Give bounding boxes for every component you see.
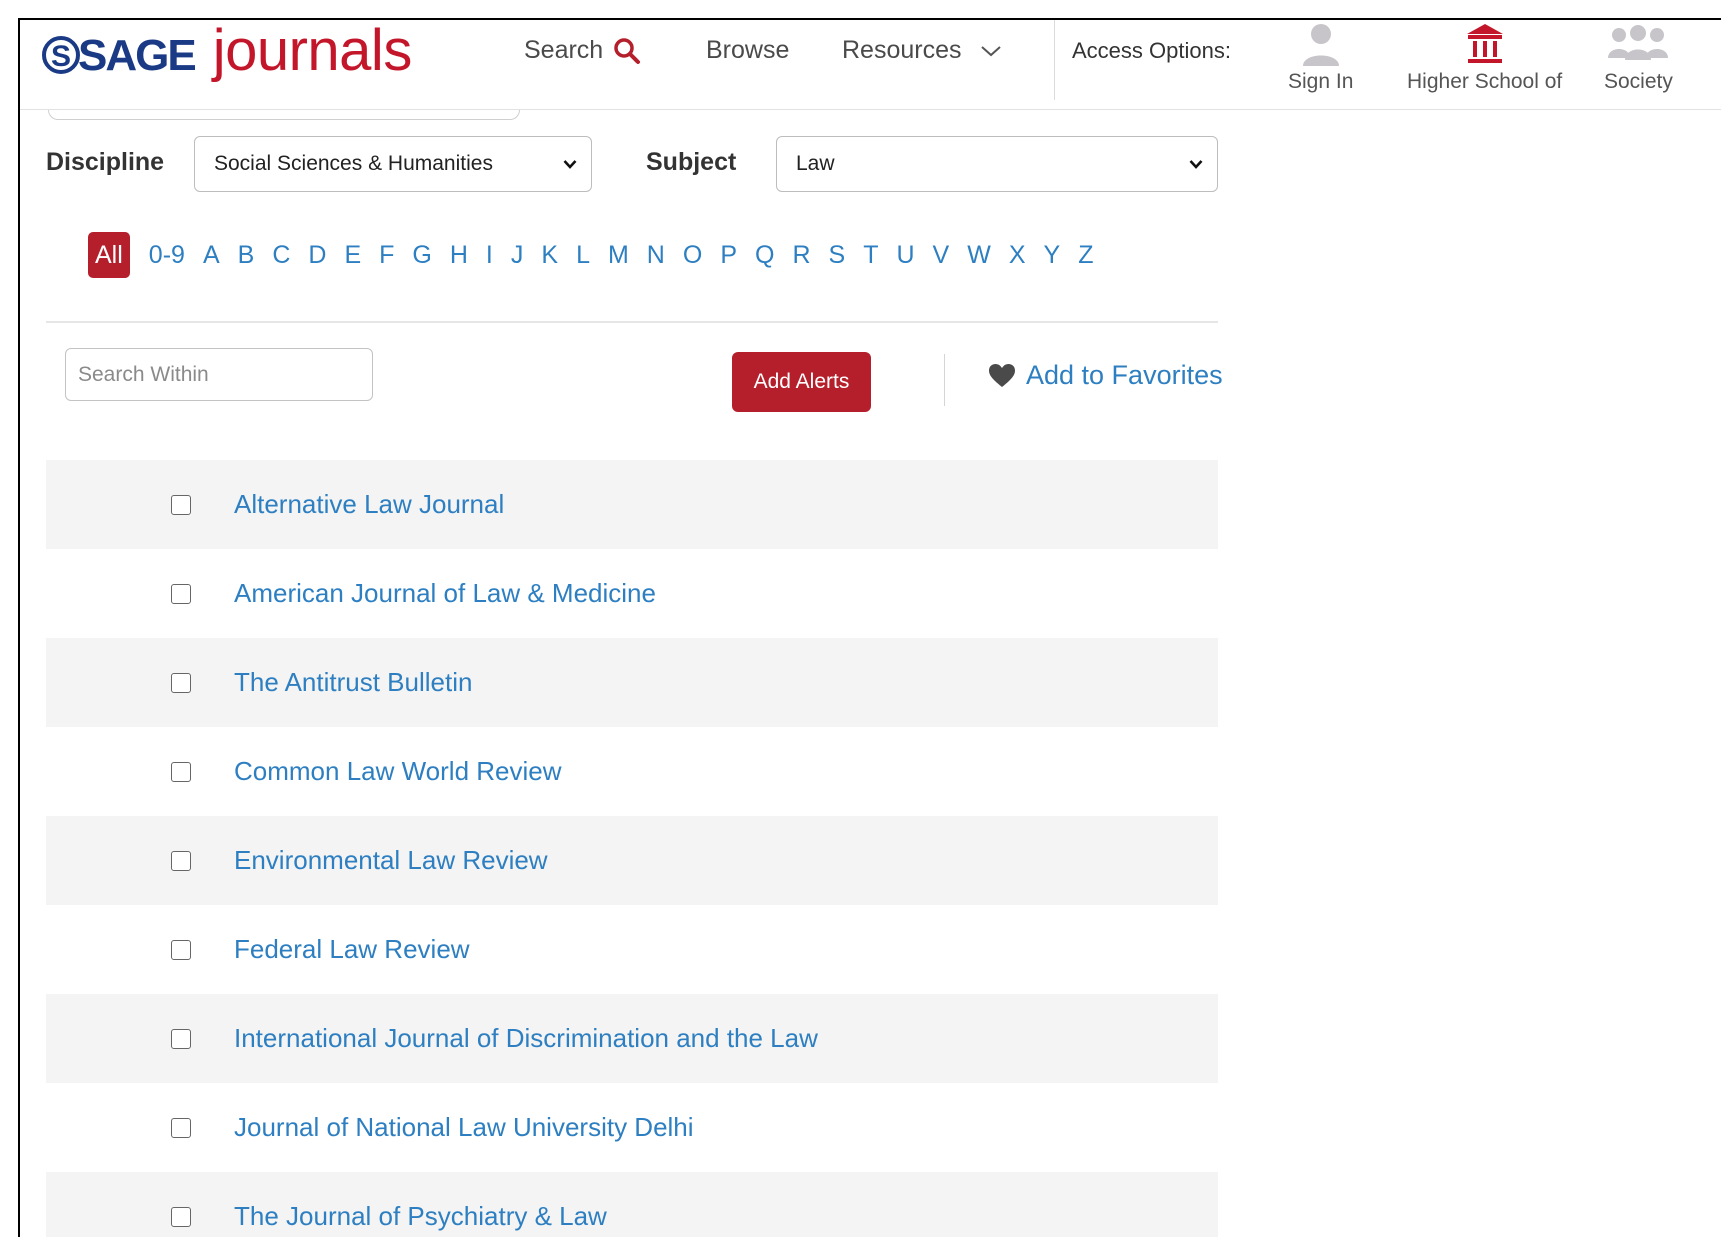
sage-s-logo-icon: S [42, 35, 80, 74]
nav-resources-label: Resources [842, 36, 962, 64]
search-within-input[interactable] [65, 348, 373, 401]
journal-list: Alternative Law Journal American Journal … [46, 460, 1218, 1237]
alphabet-filter-item[interactable]: 0-9 [140, 241, 194, 270]
journal-checkbox[interactable] [171, 1117, 191, 1138]
alphabet-filter-item[interactable]: X [1000, 241, 1035, 270]
list-item: International Journal of Discrimination … [46, 994, 1218, 1083]
discipline-label: Discipline [46, 148, 165, 176]
journal-title-link[interactable]: American Journal of Law & Medicine [234, 578, 656, 609]
alphabet-filter-item[interactable]: T [854, 241, 887, 270]
alphabet-filter-item[interactable]: Y [1035, 241, 1070, 270]
journal-title-link[interactable]: The Journal of Psychiatry & Law [234, 1201, 607, 1232]
subject-select-value: Law [796, 152, 835, 175]
sign-in-label: Sign In [1288, 70, 1354, 93]
add-to-favorites-label: Add to Favorites [1026, 360, 1223, 390]
journal-checkbox[interactable] [171, 583, 191, 604]
alphabet-filter-item[interactable]: E [335, 241, 370, 270]
add-alerts-button[interactable]: Add Alerts [732, 352, 871, 412]
alphabet-filter-item[interactable]: U [887, 241, 923, 270]
journal-checkbox[interactable] [171, 1206, 191, 1227]
alphabet-filter-item[interactable]: L [567, 241, 599, 270]
group-icon [1608, 25, 1669, 60]
alphabet-filter-item[interactable]: S [820, 241, 855, 270]
alphabet-filter-item[interactable]: G [403, 241, 440, 270]
logo-journals-text: journals [212, 18, 413, 83]
journal-title-link[interactable]: Alternative Law Journal [234, 489, 504, 520]
nav-resources[interactable]: Resources [842, 36, 1002, 65]
institution-icon [1466, 24, 1503, 63]
svg-text:S: S [51, 40, 71, 73]
alphabet-filter-item[interactable]: F [370, 241, 403, 270]
search-icon [614, 37, 641, 64]
journal-title-link[interactable]: Journal of National Law University Delhi [234, 1112, 694, 1143]
alphabet-filter-item[interactable]: Q [746, 241, 783, 270]
chevron-down-icon [980, 45, 1001, 56]
alphabet-filter-item[interactable]: All [88, 232, 130, 278]
alphabet-filter-item[interactable]: H [441, 241, 477, 270]
chevron-down-icon [563, 160, 577, 169]
alphabet-filter-item[interactable]: B [229, 241, 264, 270]
list-item: The Antitrust Bulletin [46, 638, 1218, 727]
alphabet-filter-item[interactable]: V [924, 241, 959, 270]
journal-checkbox[interactable] [171, 761, 191, 782]
alphabet-filter-item[interactable]: I [477, 241, 502, 270]
header-divider [1054, 20, 1055, 100]
alphabet-filter-item[interactable]: M [599, 241, 638, 270]
alphabet-filter-item[interactable]: A [194, 241, 229, 270]
alphabet-filter: All 0-9 A B C D E F G H I J K L M N O P Q R S T U V W X Y Z [88, 232, 1103, 278]
chevron-down-icon [1189, 160, 1203, 169]
alphabet-filter-item[interactable]: C [263, 241, 299, 270]
page: S SAGE journals Search Browse Resources … [18, 18, 1721, 1237]
add-to-favorites-link[interactable]: Add to Favorites [988, 360, 1223, 391]
section-divider [46, 321, 1218, 323]
list-item: Common Law World Review [46, 727, 1218, 816]
journal-title-link[interactable]: Environmental Law Review [234, 845, 548, 876]
subject-label: Subject [646, 148, 737, 176]
sign-in-option[interactable]: Sign In [1288, 22, 1353, 94]
list-item: The Journal of Psychiatry & Law [46, 1172, 1218, 1237]
journal-title-link[interactable]: Federal Law Review [234, 934, 470, 965]
toolbar-divider [944, 354, 945, 406]
list-item: American Journal of Law & Medicine [46, 549, 1218, 638]
alphabet-filter-item[interactable]: Z [1069, 241, 1102, 270]
journal-title-link[interactable]: International Journal of Discrimination … [234, 1023, 818, 1054]
nav-search-label: Search [524, 36, 604, 64]
list-item: Federal Law Review [46, 905, 1218, 994]
nav-browse-label: Browse [706, 36, 790, 64]
journal-checkbox[interactable] [171, 850, 191, 871]
list-item: Alternative Law Journal [46, 460, 1218, 549]
institution-label: Higher School of [1407, 70, 1563, 93]
user-icon [1302, 24, 1339, 66]
journal-checkbox[interactable] [171, 939, 191, 960]
alphabet-filter-item[interactable]: O [674, 241, 711, 270]
heart-icon [989, 363, 1015, 387]
alphabet-filter-item[interactable]: N [638, 241, 674, 270]
journal-title-link[interactable]: The Antitrust Bulletin [234, 667, 472, 698]
list-item: Journal of National Law University Delhi [46, 1083, 1218, 1172]
journal-title-link[interactable]: Common Law World Review [234, 756, 562, 787]
subject-select[interactable]: Law [776, 136, 1218, 192]
site-header: S SAGE journals Search Browse Resources … [20, 20, 1721, 110]
nav-browse[interactable]: Browse [706, 36, 789, 65]
alphabet-filter-item[interactable]: J [502, 241, 533, 270]
discipline-select-value: Social Sciences & Humanities [214, 152, 493, 175]
society-option[interactable]: Society [1604, 22, 1673, 94]
alphabet-filter-item[interactable]: K [532, 241, 567, 270]
alphabet-filter-item[interactable]: R [783, 241, 819, 270]
access-options-label: Access Options: [1072, 38, 1231, 63]
journal-checkbox[interactable] [171, 1028, 191, 1049]
institution-option[interactable]: Higher School of [1407, 22, 1562, 94]
journal-checkbox[interactable] [171, 494, 191, 515]
society-label: Society [1604, 70, 1673, 93]
logo-sage-text: SAGE [78, 31, 197, 80]
alphabet-filter-item[interactable]: P [711, 241, 746, 270]
sage-journals-logo[interactable]: S SAGE journals [42, 22, 412, 81]
journal-checkbox[interactable] [171, 672, 191, 693]
list-item: Environmental Law Review [46, 816, 1218, 905]
nav-search[interactable]: Search [524, 36, 641, 65]
alphabet-filter-item[interactable]: D [299, 241, 335, 270]
discipline-select[interactable]: Social Sciences & Humanities [194, 136, 592, 192]
alphabet-filter-item[interactable]: W [958, 241, 1000, 270]
